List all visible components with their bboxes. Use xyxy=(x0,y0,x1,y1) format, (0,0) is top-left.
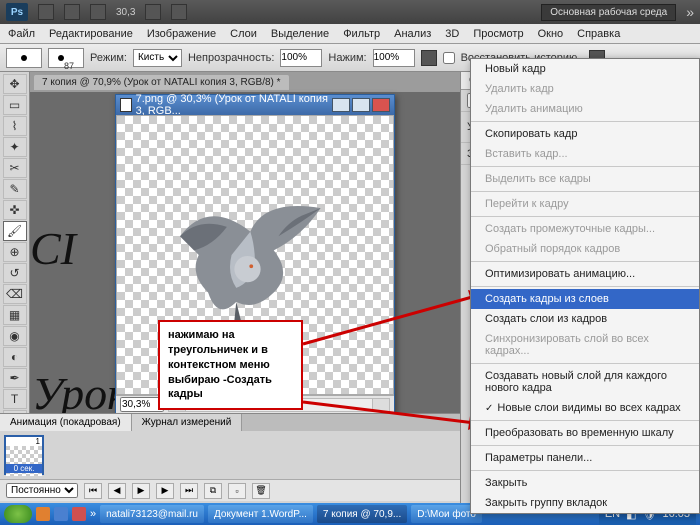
menu-item[interactable]: Новый кадр xyxy=(471,59,699,79)
app-header: Ps 30,3 Основная рабочая среда » xyxy=(0,0,700,24)
tab-measure-log[interactable]: Журнал измерений xyxy=(132,414,243,431)
taskbar-item[interactable]: natali73123@mail.ru xyxy=(100,505,204,523)
menu-help[interactable]: Справка xyxy=(577,28,620,40)
taskbar-item[interactable]: Документ 1.WordP... xyxy=(208,505,313,523)
mb-icon[interactable] xyxy=(64,4,80,20)
ql-icon[interactable] xyxy=(54,507,68,521)
doc-icon xyxy=(120,98,132,112)
menu-item[interactable]: Преобразовать во временную шкалу xyxy=(471,423,699,443)
stamp-tool[interactable]: ⊕ xyxy=(3,242,27,262)
crop-tool[interactable]: ✂ xyxy=(3,158,27,178)
taskbar-item[interactable]: 7 копия @ 70,9... xyxy=(317,505,407,523)
move-tool[interactable]: ✥ xyxy=(3,74,27,94)
tool-preset-icon[interactable] xyxy=(6,48,42,68)
airbrush-icon[interactable] xyxy=(421,50,437,66)
menu-item: Вставить кадр... xyxy=(471,144,699,164)
prev-frame-button[interactable]: ◀ xyxy=(108,483,126,499)
maximize-button[interactable] xyxy=(352,98,370,112)
menu-item: Перейти к кадру xyxy=(471,194,699,214)
arrow-icon xyxy=(298,394,498,434)
tutorial-annotation: нажимаю на треугольничек и в контекстном… xyxy=(158,320,303,410)
menu-image[interactable]: Изображение xyxy=(147,28,216,40)
menu-item[interactable]: Скопировать кадр xyxy=(471,124,699,144)
hand-icon[interactable] xyxy=(145,4,161,20)
lasso-tool[interactable]: ⌇ xyxy=(3,116,27,136)
arrow-icon xyxy=(298,284,498,374)
menu-file[interactable]: Файл xyxy=(8,28,35,40)
new-frame-button[interactable]: ▫ xyxy=(228,483,246,499)
last-frame-button[interactable]: ⏭ xyxy=(180,483,198,499)
menu-item: Выделить все кадры xyxy=(471,169,699,189)
history-checkbox[interactable] xyxy=(443,52,455,64)
menu-analysis[interactable]: Анализ xyxy=(394,28,431,40)
menu-item: Обратный порядок кадров xyxy=(471,239,699,259)
doc-tabbar: 7 копия @ 70,9% (Урок от NATALI копия 3,… xyxy=(30,72,460,92)
ps-logo-icon: Ps xyxy=(6,3,28,21)
frame-delay[interactable]: 0 сек. xyxy=(6,464,42,473)
doc-title-text: 7.png @ 30,3% (Урок от NATALI копия 3, R… xyxy=(136,93,328,117)
menu-item: Удалить анимацию xyxy=(471,99,699,119)
first-frame-button[interactable]: ⏮ xyxy=(84,483,102,499)
close-button[interactable] xyxy=(372,98,390,112)
menu-item[interactable]: Новые слои видимы во всех кадрах xyxy=(471,398,699,418)
bg-watermark: CI xyxy=(30,222,76,275)
menu-item: Синхронизировать слой во всех кадрах... xyxy=(471,329,699,361)
flow-input[interactable] xyxy=(373,49,415,67)
menu-filter[interactable]: Фильтр xyxy=(343,28,380,40)
bridge-icon[interactable] xyxy=(38,4,54,20)
delete-frame-button[interactable]: 🗑 xyxy=(252,483,270,499)
menu-item[interactable]: Создавать новый слой для каждого нового … xyxy=(471,366,699,398)
menu-item[interactable]: Оптимизировать анимацию... xyxy=(471,264,699,284)
menu-item: Создать промежуточные кадры... xyxy=(471,219,699,239)
gradient-tool[interactable]: ▦ xyxy=(3,305,27,325)
animation-frame[interactable]: 1 0 сек. xyxy=(4,435,44,475)
blur-tool[interactable]: ◉ xyxy=(3,326,27,346)
brush-tool[interactable]: 🖌 xyxy=(3,221,27,241)
menu-edit[interactable]: Редактирование xyxy=(49,28,133,40)
workspace-selector[interactable]: Основная рабочая среда xyxy=(541,4,676,21)
loop-select[interactable]: Постоянно xyxy=(6,483,78,498)
minimize-button[interactable] xyxy=(332,98,350,112)
mode-select[interactable]: Кисть xyxy=(133,49,182,67)
opacity-label: Непрозрачность: xyxy=(188,52,274,64)
menu-select[interactable]: Выделение xyxy=(271,28,329,40)
menu-item[interactable]: Создать слои из кадров xyxy=(471,309,699,329)
eyedropper-tool[interactable]: ✎ xyxy=(3,179,27,199)
flow-label: Нажим: xyxy=(328,52,366,64)
opacity-input[interactable] xyxy=(280,49,322,67)
menu-item[interactable]: Создать кадры из слоев xyxy=(471,289,699,309)
ql-icon[interactable] xyxy=(36,507,50,521)
dodge-tool[interactable]: ◐ xyxy=(3,347,27,367)
start-button[interactable] xyxy=(4,505,32,523)
menu-item: Удалить кадр xyxy=(471,79,699,99)
animation-flyout-menu: Новый кадрУдалить кадрУдалить анимацию Ск… xyxy=(470,58,700,514)
menubar: Файл Редактирование Изображение Слои Выд… xyxy=(0,24,700,44)
menu-item[interactable]: Закрыть xyxy=(471,473,699,493)
header-zoom[interactable]: 30,3 xyxy=(116,7,135,18)
tween-button[interactable]: ⧉ xyxy=(204,483,222,499)
menu-window[interactable]: Окно xyxy=(538,28,564,40)
tab-animation[interactable]: Анимация (покадровая) xyxy=(0,414,132,431)
next-frame-button[interactable]: ▶ xyxy=(156,483,174,499)
mode-label: Режим: xyxy=(90,52,127,64)
ql-icon[interactable] xyxy=(72,507,86,521)
zoom-icon[interactable] xyxy=(171,4,187,20)
heal-tool[interactable]: ✜ xyxy=(3,200,27,220)
marquee-tool[interactable]: ▭ xyxy=(3,95,27,115)
doc-titlebar[interactable]: 7.png @ 30,3% (Урок от NATALI копия 3, R… xyxy=(116,95,394,115)
wand-tool[interactable]: ✦ xyxy=(3,137,27,157)
menu-view[interactable]: Просмотр xyxy=(473,28,523,40)
type-tool[interactable]: T xyxy=(3,389,27,409)
play-button[interactable]: ▶ xyxy=(132,483,150,499)
menu-item[interactable]: Параметры панели... xyxy=(471,448,699,468)
history-brush-tool[interactable]: ↺ xyxy=(3,263,27,283)
menu-item[interactable]: Закрыть группу вкладок xyxy=(471,493,699,513)
view-icon[interactable] xyxy=(90,4,106,20)
doc-tab[interactable]: 7 копия @ 70,9% (Урок от NATALI копия 3,… xyxy=(34,75,289,90)
eraser-tool[interactable]: ⌫ xyxy=(3,284,27,304)
pen-tool[interactable]: ✒ xyxy=(3,368,27,388)
menu-layer[interactable]: Слои xyxy=(230,28,257,40)
brush-preview[interactable]: 87 xyxy=(48,48,84,68)
menu-3d[interactable]: 3D xyxy=(445,28,459,40)
